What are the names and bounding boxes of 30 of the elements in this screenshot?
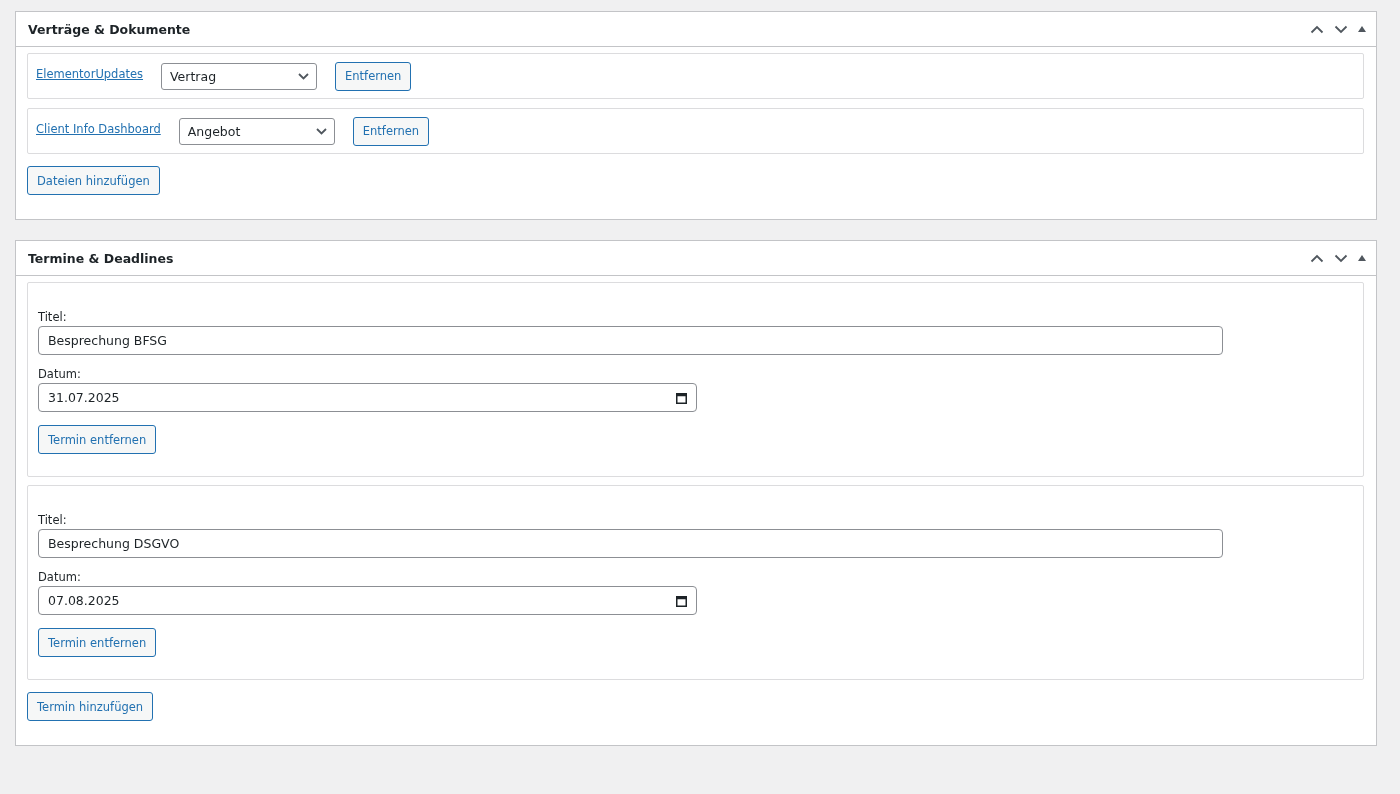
triangle-up-icon[interactable] <box>1358 26 1366 32</box>
file-link[interactable]: Client Info Dashboard <box>36 122 161 136</box>
title-field[interactable]: Besprechung DSGVO <box>38 529 1223 558</box>
chevron-down-icon[interactable] <box>297 71 310 81</box>
date-field[interactable]: 31.07.2025 <box>38 383 697 412</box>
add-button[interactable]: Dateien hinzufügen <box>27 166 160 195</box>
triangle-up-icon[interactable] <box>1358 255 1366 261</box>
field-label: Titel: <box>38 513 68 527</box>
chevron-down-icon[interactable] <box>1334 253 1348 263</box>
chevron-down-icon[interactable] <box>1334 24 1348 34</box>
type-select[interactable]: Angebot <box>178 117 335 145</box>
chevron-up-icon[interactable] <box>1310 253 1324 263</box>
remove-button[interactable]: Entfernen <box>352 116 430 146</box>
date-field[interactable]: 07.08.2025 <box>38 586 697 615</box>
title-field[interactable]: Besprechung BFSG <box>38 326 1223 355</box>
remove-button[interactable]: Entfernen <box>335 61 412 91</box>
type-select[interactable]: Vertrag <box>161 62 317 90</box>
calendar-icon[interactable] <box>676 594 687 607</box>
remove-button[interactable]: Termin entfernen <box>38 628 157 657</box>
field-label: Titel: <box>38 310 68 324</box>
remove-button[interactable]: Termin entfernen <box>38 425 157 454</box>
chevron-up-icon[interactable] <box>1310 24 1324 34</box>
file-link[interactable]: ElementorUpdates <box>36 67 143 81</box>
chevron-down-icon[interactable] <box>314 126 328 136</box>
panel-title: Verträge & Dokumente <box>28 21 191 37</box>
add-button[interactable]: Termin hinzufügen <box>27 692 154 721</box>
field-label: Datum: <box>38 570 82 584</box>
field-label: Datum: <box>38 367 82 381</box>
calendar-icon[interactable] <box>676 391 687 404</box>
panel-title: Termine & Deadlines <box>28 250 174 266</box>
